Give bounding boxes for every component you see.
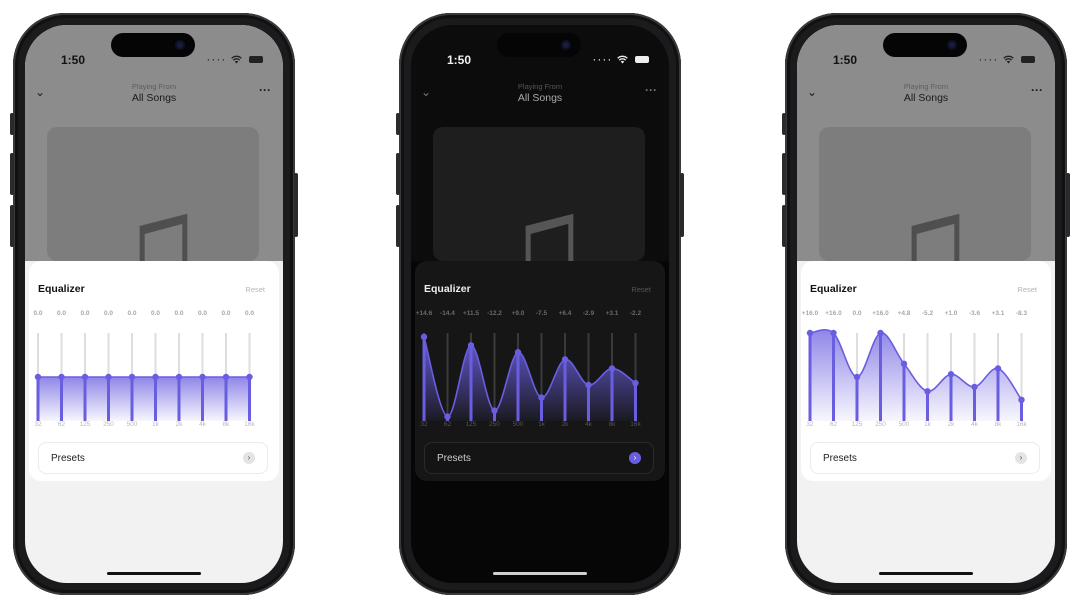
equalizer-sheet: Equalizer Reset Presets › +16.0 +16.0 0.0 +… <box>801 261 1051 481</box>
slider-knob[interactable] <box>514 349 522 356</box>
slider-knob[interactable] <box>58 373 65 381</box>
battery-icon <box>249 56 263 64</box>
signal-icon: ···· <box>978 52 999 66</box>
home-indicator <box>107 572 201 575</box>
status-time: 1:50 <box>61 53 86 67</box>
camera-icon <box>561 40 571 50</box>
slider-knob[interactable] <box>420 333 428 341</box>
slider-knob[interactable] <box>585 381 592 389</box>
presets-label: Presets <box>823 453 857 464</box>
slider-knob[interactable] <box>924 388 931 395</box>
slider-knob[interactable] <box>994 365 1002 372</box>
status-icons: ···· <box>592 52 649 66</box>
slider-knob[interactable] <box>467 342 475 349</box>
slider-knob[interactable] <box>877 329 884 337</box>
presets-label: Presets <box>437 453 471 464</box>
chevron-right-icon: › <box>629 452 641 464</box>
status-icons: ···· <box>978 52 1035 66</box>
response-area <box>38 377 250 421</box>
chevron-right-icon: › <box>243 452 255 464</box>
home-indicator <box>879 572 973 575</box>
slider-knob[interactable] <box>900 360 908 367</box>
signal-icon: ···· <box>592 52 613 66</box>
slider-knob[interactable] <box>222 373 230 381</box>
slider-knob[interactable] <box>561 356 569 363</box>
music-note-icon: ♫ <box>487 166 592 262</box>
presets-button[interactable]: Presets › <box>38 442 268 474</box>
slider-knob[interactable] <box>853 373 861 381</box>
presets-label: Presets <box>51 453 85 464</box>
phone-frame-dark: 1:50 ···· ⌄ Playing From All Songs ··· ♫… <box>396 13 684 595</box>
playlist-title: All Songs <box>517 92 563 104</box>
slider-knob[interactable] <box>947 371 955 378</box>
playlist-title: All Songs <box>131 92 177 104</box>
slider-knob[interactable] <box>971 383 978 391</box>
album-art: ♫ <box>433 127 645 261</box>
phone-frame-light: 1:50 ···· ⌄ Playing From All Songs ··· ♫… <box>10 13 298 595</box>
playing-from-label: Playing From <box>131 82 177 91</box>
wifi-icon <box>616 56 628 64</box>
presets-button[interactable]: Presets › <box>424 442 654 474</box>
slider-knob[interactable] <box>444 413 451 420</box>
signal-icon: ···· <box>206 52 227 66</box>
presets-button[interactable]: Presets › <box>810 442 1040 474</box>
dynamic-island <box>883 33 967 57</box>
slider-knob[interactable] <box>632 379 639 387</box>
slider-knob[interactable] <box>105 373 112 381</box>
wifi-icon <box>230 56 242 64</box>
response-area <box>810 329 1022 421</box>
gain-label: 0.0 <box>244 310 255 317</box>
home-indicator <box>493 572 587 575</box>
album-art: ♫ <box>47 127 259 261</box>
frequency-label: 16k <box>630 421 641 428</box>
equalizer-svg <box>806 328 1025 421</box>
frequency-label: 16k <box>244 421 255 428</box>
album-art: ♫ <box>819 127 1031 261</box>
dynamic-island <box>111 33 195 57</box>
more-icon[interactable]: ··· <box>1031 83 1043 97</box>
slider-knob[interactable] <box>199 373 206 381</box>
slider-knob[interactable] <box>608 365 616 372</box>
slider-knob[interactable] <box>34 373 42 381</box>
wifi-icon <box>1002 56 1014 64</box>
battery-icon <box>635 56 649 64</box>
gain-label: -8.3 <box>1015 310 1028 317</box>
screen: 1:50 ···· ⌄ Playing From All Songs ··· ♫… <box>25 25 283 583</box>
playlist-title: All Songs <box>903 92 949 104</box>
camera-icon <box>175 40 185 50</box>
status-time: 1:50 <box>447 53 472 67</box>
status-icons: ···· <box>206 52 263 66</box>
slider-knob[interactable] <box>538 394 545 401</box>
screen: 1:50 ···· ⌄ Playing From All Songs ··· ♫… <box>411 25 669 583</box>
battery-icon <box>1021 56 1035 64</box>
response-area <box>424 336 636 421</box>
slider-knob[interactable] <box>806 329 814 337</box>
slider-knob[interactable] <box>246 373 253 381</box>
slider-knob[interactable] <box>830 329 837 337</box>
dynamic-island <box>497 33 581 57</box>
music-note-icon: ♫ <box>101 166 206 262</box>
gain-label: -2.2 <box>629 310 642 317</box>
equalizer-svg <box>34 333 253 421</box>
playing-from-label: Playing From <box>517 82 563 91</box>
more-icon[interactable]: ··· <box>645 83 657 97</box>
more-icon[interactable]: ··· <box>259 83 271 97</box>
playing-from-label: Playing From <box>903 82 949 91</box>
slider-knob[interactable] <box>491 407 498 414</box>
equalizer-sheet: Equalizer Reset Presets › +14.6 -14.4 +11.… <box>415 261 665 481</box>
equalizer-sheet: Equalizer Reset Presets › 0.0 0.0 0.0 0.0 0.… <box>29 261 279 481</box>
phone-frame-light-custom: 1:50 ···· ⌄ Playing From All Songs ··· ♫… <box>782 13 1070 595</box>
slider-knob[interactable] <box>81 373 89 381</box>
slider-knob[interactable] <box>1018 396 1025 404</box>
camera-icon <box>947 40 957 50</box>
status-time: 1:50 <box>833 53 858 67</box>
equalizer-svg <box>420 333 639 421</box>
music-note-icon: ♫ <box>873 166 978 262</box>
screen: 1:50 ···· ⌄ Playing From All Songs ··· ♫… <box>797 25 1055 583</box>
frequency-label: 16k <box>1016 421 1027 428</box>
slider-knob[interactable] <box>175 373 183 381</box>
chevron-right-icon: › <box>1015 452 1027 464</box>
slider-knob[interactable] <box>152 373 159 381</box>
slider-knob[interactable] <box>128 373 136 381</box>
